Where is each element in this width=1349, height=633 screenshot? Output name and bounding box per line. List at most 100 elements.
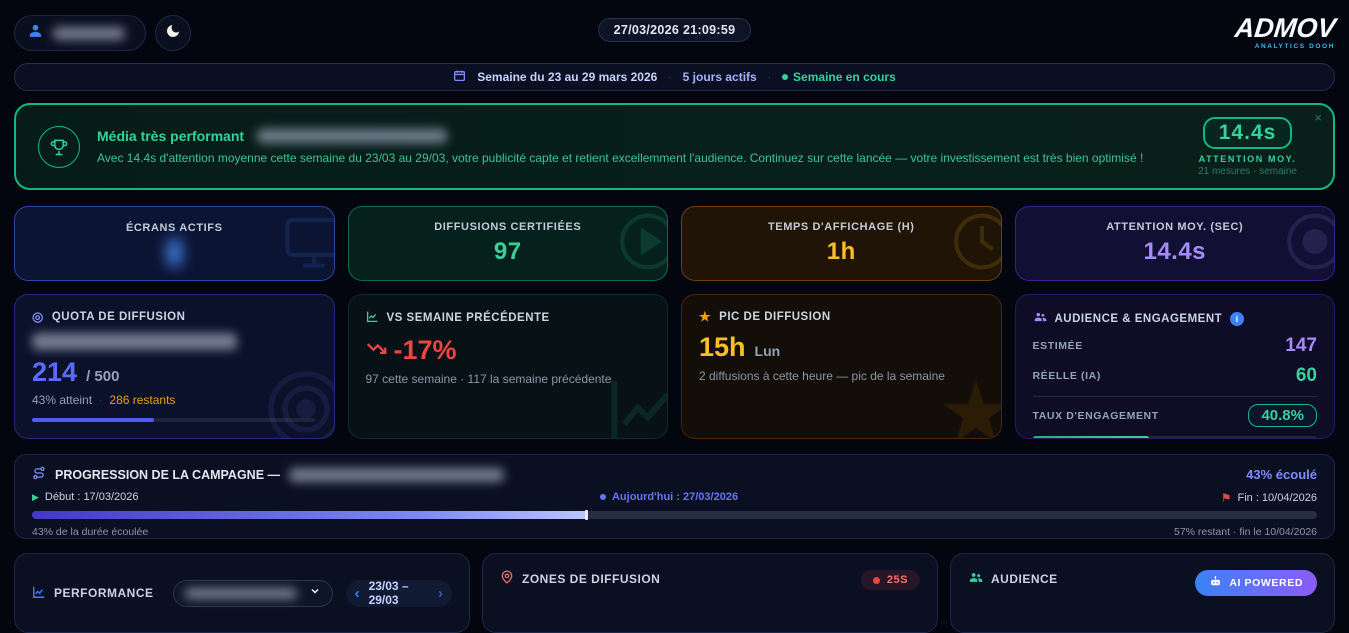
progression-title: PROGRESSION DE LA CAMPAGNE —: [55, 468, 280, 482]
map-pin-icon: [500, 570, 514, 587]
campaign-select[interactable]: [173, 580, 333, 607]
star-bg-icon: ★: [937, 370, 1001, 439]
quota-card: ◎ QUOTA DE DIFFUSION 214 / 500 43% attei…: [14, 294, 335, 439]
progression-fill: [32, 511, 585, 519]
alert-message: Avec 14.4s d'attention moyenne cette sem…: [97, 151, 1167, 165]
flag-icon: ⚑: [1221, 491, 1232, 505]
top-bar: 27/03/2026 21:09:59 ADMOV ANALYTICS DOOH: [14, 12, 1335, 54]
today-dot-icon: [600, 494, 606, 500]
engagement-label: TAUX D'ENGAGEMENT: [1033, 410, 1159, 422]
quota-total: / 500: [86, 368, 119, 385]
progression-remaining-note: 57% restant · fin le 10/04/2026: [1174, 526, 1317, 538]
engagement-progress-fill: [1033, 436, 1149, 439]
datetime-display: 27/03/2026 21:09:59: [598, 18, 752, 42]
peak-value: 15h: [699, 332, 746, 363]
quota-title: QUOTA DE DIFFUSION: [52, 311, 186, 323]
eye-icon: [1284, 210, 1335, 277]
chevron-down-icon: [309, 584, 321, 602]
separator: ·: [668, 72, 671, 83]
stat-value: 1h: [827, 238, 856, 266]
clock-icon: [951, 210, 1002, 277]
week-bar: Semaine du 23 au 29 mars 2026 · 5 jours …: [14, 63, 1335, 91]
alert-title: Média très performant: [97, 128, 244, 144]
red-dot-icon: [873, 577, 880, 584]
info-cards-row: ◎ QUOTA DE DIFFUSION 214 / 500 43% attei…: [14, 294, 1335, 439]
zones-title: ZONES DE DIFFUSION: [522, 572, 660, 586]
separator: ·: [768, 72, 771, 83]
real-ai-value: 60: [1296, 365, 1317, 387]
close-icon[interactable]: ×: [1314, 110, 1322, 125]
route-icon: [32, 466, 46, 483]
audience-card-title: AUDIENCE & ENGAGEMENT: [1055, 313, 1223, 325]
stat-value: 14.4s: [1143, 238, 1206, 266]
status-dot-icon: [782, 74, 788, 80]
alert-metric-block: 14.4s ATTENTION MOY. 21 mesures · semain…: [1198, 117, 1297, 177]
active-days-label: 5 jours actifs: [683, 70, 757, 84]
monitor-icon: [282, 209, 335, 278]
quota-progress-fill: [32, 418, 154, 422]
vs-week-title: VS SEMAINE PRÉCÉDENTE: [387, 312, 550, 324]
user-menu-button[interactable]: [14, 15, 146, 51]
progression-elapsed-note: 43% de la durée écoulée: [32, 526, 148, 538]
audience-card: AUDIENCE AI POWERED: [950, 553, 1335, 633]
week-range-label: Semaine du 23 au 29 mars 2026: [477, 70, 657, 84]
admov-logo: ADMOV ANALYTICS DOOH: [1235, 15, 1336, 51]
logo-subtitle: ANALYTICS DOOH: [1235, 44, 1336, 51]
peak-card: ★ PIC DE DIFFUSION 15h Lun 2 diffusions …: [681, 294, 1002, 439]
real-ai-label: RÉELLE (IA): [1033, 370, 1101, 382]
bottom-cards-row: PERFORMANCE ‹ 23/03 – 29/03 › ZONES DE D…: [14, 553, 1335, 633]
chevron-left-icon[interactable]: ‹: [355, 586, 360, 601]
calendar-icon: [453, 69, 466, 85]
redacted-campaign-name: [289, 468, 504, 482]
audience-engagement-card: AUDIENCE & ENGAGEMENT i ESTIMÉE 147 RÉEL…: [1015, 294, 1336, 439]
logo-title: ADMOV: [1233, 15, 1336, 42]
quota-pct: 43% atteint: [32, 393, 92, 407]
vs-week-delta: -17%: [394, 335, 457, 366]
redacted-campaign-name: [32, 333, 237, 350]
audience-title: AUDIENCE: [991, 572, 1058, 586]
stat-card-display-time: TEMPS D'AFFICHAGE (H) 1h: [681, 206, 1002, 281]
redacted-screens-count: [167, 239, 182, 266]
info-icon[interactable]: i: [1230, 312, 1244, 326]
stat-label: DIFFUSIONS CERTIFIÉES: [434, 221, 581, 233]
peak-title: PIC DE DIFFUSION: [719, 311, 831, 323]
performance-title: PERFORMANCE: [54, 586, 154, 600]
attention-value: 14.4s: [1203, 117, 1293, 149]
stat-card-diffusions: DIFFUSIONS CERTIFIÉES 97: [348, 206, 669, 281]
estimated-label: ESTIMÉE: [1033, 340, 1083, 352]
stat-card-attention: ATTENTION MOY. (SEC) 14.4s: [1015, 206, 1336, 281]
engagement-rate-badge: 40.8%: [1248, 404, 1317, 427]
moon-icon: [165, 23, 181, 44]
progression-end: ⚑ Fin : 10/04/2026: [1221, 491, 1317, 505]
robot-icon: [1209, 575, 1222, 591]
dashboard-page: 27/03/2026 21:09:59 ADMOV ANALYTICS DOOH…: [0, 0, 1349, 597]
performance-card: PERFORMANCE ‹ 23/03 – 29/03 ›: [14, 553, 470, 633]
date-range-label: 23/03 – 29/03: [369, 579, 429, 607]
user-icon: [27, 22, 44, 44]
progression-today: Aujourd'hui : 27/03/2026: [600, 491, 738, 503]
progression-today-marker: [585, 510, 588, 520]
quota-remaining: 286 restants: [109, 393, 175, 407]
attention-value-label: ATTENTION MOY.: [1198, 154, 1297, 164]
estimated-value: 147: [1285, 335, 1317, 357]
progression-start: ▶ Début : 17/03/2026: [32, 491, 139, 503]
divider: [1033, 396, 1318, 397]
chevron-right-icon[interactable]: ›: [438, 586, 443, 601]
stat-label: ATTENTION MOY. (SEC): [1106, 221, 1243, 233]
play-triangle-icon: ▶: [32, 492, 39, 503]
date-range-nav: ‹ 23/03 – 29/03 ›: [346, 580, 452, 607]
ai-powered-badge: AI POWERED: [1195, 570, 1317, 596]
target-bg-icon: [264, 367, 335, 439]
trending-down-icon: [366, 338, 387, 364]
target-icon: ◎: [32, 310, 44, 323]
chart-line-icon: [366, 310, 379, 326]
people-icon: [968, 570, 983, 588]
quota-value: 214: [32, 357, 77, 388]
diffusion-zones-card: ZONES DE DIFFUSION 25S: [482, 553, 938, 633]
stat-value: 97: [494, 238, 522, 266]
current-week-status: Semaine en cours: [782, 70, 896, 84]
progression-pct-elapsed: 43% écoulé: [1246, 467, 1317, 482]
theme-toggle-button[interactable]: [155, 15, 191, 51]
campaign-progression-card: PROGRESSION DE LA CAMPAGNE — 43% écoulé …: [14, 454, 1335, 539]
progression-track: [32, 511, 1317, 519]
